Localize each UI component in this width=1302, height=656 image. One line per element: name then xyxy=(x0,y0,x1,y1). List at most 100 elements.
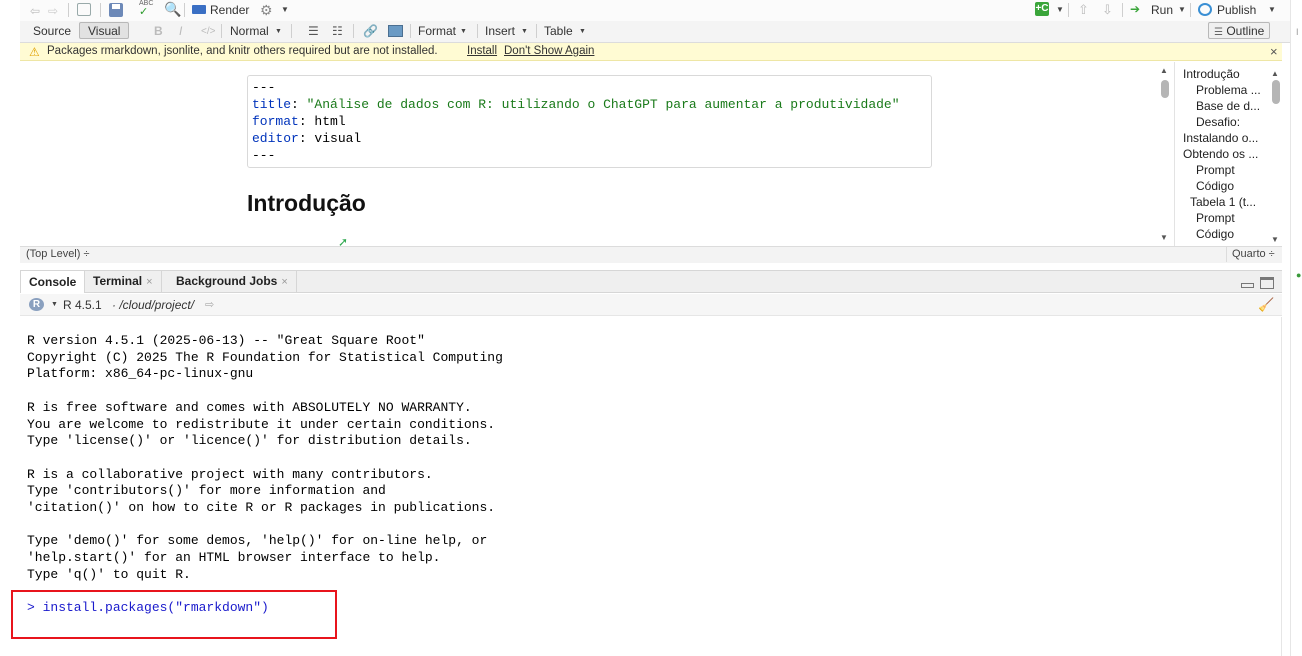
bullet-list-icon[interactable]: ☰ xyxy=(308,24,319,38)
source-mode-button[interactable]: Source xyxy=(33,23,71,40)
console-line: Type 'q()' to quit R. xyxy=(27,566,191,582)
chevron-down-icon[interactable]: ▼ xyxy=(579,28,586,35)
code-button[interactable]: </> xyxy=(201,23,215,40)
yaml-format-line: format: html xyxy=(252,114,346,129)
r-logo-icon: R xyxy=(29,298,44,311)
console-line: Platform: x86_64-pc-linux-gnu xyxy=(27,366,254,382)
numbered-list-icon[interactable]: ☷ xyxy=(332,24,343,38)
bold-button[interactable]: B xyxy=(154,23,163,40)
scope-selector[interactable]: (Top Level) ÷ xyxy=(26,247,90,262)
outline-scroll-thumb[interactable] xyxy=(1272,80,1280,104)
render-icon[interactable] xyxy=(192,5,206,14)
insert-menu[interactable]: Insert xyxy=(485,23,515,40)
chevron-down-icon[interactable]: ▼ xyxy=(1268,5,1276,14)
scroll-up-icon[interactable]: ▲ xyxy=(1160,66,1168,75)
console-line: 'citation()' on how to cite R or R packa… xyxy=(27,500,496,515)
spellcheck-icon[interactable]: ABC ✓ xyxy=(139,0,157,18)
render-button[interactable]: Render xyxy=(210,2,249,19)
yaml-editor-line: editor: visual xyxy=(252,131,362,146)
forward-arrow-icon[interactable]: ⇨ xyxy=(48,4,60,18)
image-icon[interactable] xyxy=(388,25,403,37)
console-line: Type 'contributors()' for more informati… xyxy=(27,483,386,499)
scroll-down-icon[interactable]: ▼ xyxy=(1160,233,1168,242)
gear-icon[interactable]: ⚙ xyxy=(260,2,273,19)
tab-terminal[interactable]: Terminal × xyxy=(85,270,162,293)
go-down-icon[interactable]: ⇩ xyxy=(1102,2,1113,18)
console-line: Type 'license()' or 'licence()' for dist… xyxy=(27,433,472,449)
chevron-down-icon[interactable]: ▼ xyxy=(460,28,467,35)
console-line: R is free software and comes with ABSOLU… xyxy=(27,399,472,415)
search-icon[interactable]: 🔍 xyxy=(164,1,181,18)
insert-chunk-icon[interactable]: +C xyxy=(1035,2,1049,16)
yaml-delimiter: --- xyxy=(252,80,276,95)
chevron-down-icon[interactable]: ▼ xyxy=(51,294,58,316)
install-link[interactable]: Install xyxy=(467,43,497,60)
outline-item[interactable]: Tabela 1 (t... xyxy=(1190,194,1263,210)
link-icon[interactable]: 🔗 xyxy=(363,24,378,38)
missing-packages-warning: ⚠ Packages rmarkdown, jsonlite, and knit… xyxy=(20,43,1282,61)
yaml-title-line: title: "Análise de dados com R: utilizan… xyxy=(252,97,900,112)
highlight-annotation xyxy=(11,590,337,639)
warning-message: Packages rmarkdown, jsonlite, and knitr … xyxy=(47,45,438,57)
chevron-down-icon[interactable]: ▼ xyxy=(281,5,289,14)
outline-item[interactable]: Código xyxy=(1196,226,1263,242)
dont-show-again-link[interactable]: Don't Show Again xyxy=(504,43,594,60)
outline-item[interactable]: Desafio: xyxy=(1196,114,1263,130)
publish-icon[interactable] xyxy=(1198,3,1212,16)
format-toolbar: Source Visual B I </> Normal ▼ ☰ ☷ 🔗 For… xyxy=(20,21,1290,43)
console-line: You are welcome to redistribute it under… xyxy=(27,416,496,432)
section-heading[interactable]: Introdução xyxy=(247,190,366,217)
paragraph-style-select[interactable]: Normal xyxy=(230,23,269,40)
go-up-icon[interactable]: ⇧ xyxy=(1078,2,1089,18)
scroll-thumb[interactable] xyxy=(1161,80,1169,98)
editor-scrollbar[interactable]: ▲ ▼ xyxy=(1159,66,1171,244)
pane-icon: I xyxy=(1296,27,1299,37)
scroll-down-icon[interactable]: ▼ xyxy=(1271,232,1279,246)
outline-item[interactable]: Instalando o... xyxy=(1183,130,1263,146)
maximize-pane-icon[interactable] xyxy=(1260,277,1274,289)
outline-item[interactable]: Problema ... xyxy=(1196,82,1263,98)
chevron-down-icon[interactable]: ▼ xyxy=(275,28,282,35)
back-arrow-icon[interactable]: ⇦ xyxy=(30,4,42,18)
working-directory-path[interactable]: · /cloud/project/ xyxy=(112,294,194,316)
close-icon[interactable]: × xyxy=(281,276,287,288)
show-in-window-icon[interactable] xyxy=(77,3,91,16)
editor-status-bar: (Top Level) ÷ Quarto ÷ xyxy=(20,246,1282,263)
outline-item[interactable]: Introdução xyxy=(1183,66,1263,82)
editor-toolbar: ⇦ ⇨ ABC ✓ 🔍 Render ⚙ ▼ +C ▼ ⇧ ⇩ ➔ Run ▼ P… xyxy=(20,0,1290,21)
tab-background-jobs[interactable]: Background Jobs × xyxy=(168,270,297,293)
pane-icon: ● xyxy=(1296,270,1302,280)
chevron-down-icon[interactable]: ▼ xyxy=(1056,5,1064,14)
chevron-down-icon[interactable]: ▼ xyxy=(521,28,528,35)
publish-button[interactable]: Publish xyxy=(1217,2,1256,19)
save-icon[interactable] xyxy=(109,3,123,17)
outline-item[interactable]: Código xyxy=(1196,178,1263,194)
chevron-down-icon[interactable]: ▼ xyxy=(1178,5,1186,14)
console-tab-bar: Console Terminal × Background Jobs × xyxy=(20,270,1282,293)
yaml-header-block[interactable]: --- title: "Análise de dados com R: util… xyxy=(247,75,932,168)
minimize-pane-icon[interactable] xyxy=(1241,283,1254,288)
console-line: R is a collaborative project with many c… xyxy=(27,466,433,482)
close-icon[interactable]: × xyxy=(1270,43,1278,60)
go-to-directory-icon[interactable]: ⇨ xyxy=(205,294,214,316)
outline-toggle-button[interactable]: ☰ Outline xyxy=(1208,22,1271,39)
format-menu[interactable]: Format xyxy=(418,23,456,40)
clear-console-icon[interactable]: 🧹 xyxy=(1258,294,1274,316)
console-line: R version 4.5.1 (2025-06-13) -- "Great S… xyxy=(27,333,425,348)
outline-item[interactable]: Obtendo os ... xyxy=(1183,146,1263,162)
table-menu[interactable]: Table xyxy=(544,23,573,40)
outline-item[interactable]: Prompt xyxy=(1196,210,1263,226)
visual-editor[interactable]: --- title: "Análise de dados com R: util… xyxy=(20,62,1170,246)
outline-item[interactable]: Base de d... xyxy=(1196,98,1263,114)
visual-mode-button[interactable]: Visual xyxy=(79,22,130,39)
run-icon[interactable]: ➔ xyxy=(1130,2,1140,16)
console-header: R ▼ R 4.5.1 · /cloud/project/ ⇨ 🧹 xyxy=(20,294,1282,316)
italic-button[interactable]: I xyxy=(179,23,182,40)
run-button[interactable]: Run xyxy=(1151,2,1173,19)
adjacent-pane-edge: I ● xyxy=(1290,0,1302,656)
console-line: Type 'demo()' for some demos, 'help()' f… xyxy=(27,533,488,549)
document-type-selector[interactable]: Quarto ÷ xyxy=(1226,247,1275,262)
outline-item[interactable]: Prompt xyxy=(1196,162,1263,178)
close-icon[interactable]: × xyxy=(146,276,152,288)
tab-console[interactable]: Console xyxy=(20,270,86,293)
